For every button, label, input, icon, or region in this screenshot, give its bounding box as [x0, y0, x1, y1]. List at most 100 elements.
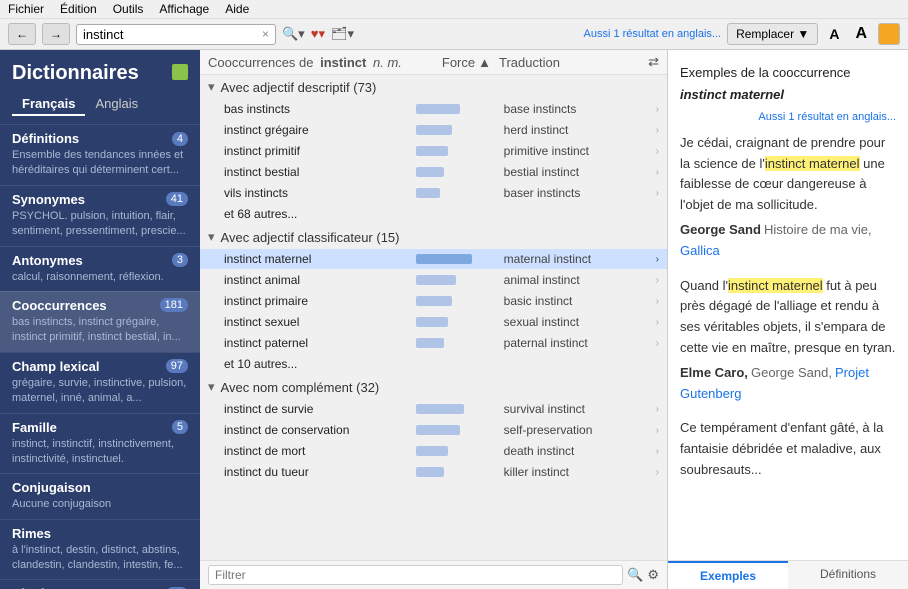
list-item-more[interactable]: et 68 autres...	[200, 204, 667, 225]
sidebar-tabs: Français Anglais	[0, 93, 200, 124]
list-item[interactable]: instinct bestial bestial instinct ›	[200, 162, 667, 183]
sidebar: Dictionnaires Français Anglais Définitio…	[0, 50, 200, 589]
english-result-hint[interactable]: Aussi 1 résultat en anglais...	[680, 111, 896, 123]
sidebar-item-citations[interactable]: Citations 15 Cet instinct de destruction…	[0, 579, 200, 589]
chevron-right-icon: ›	[656, 188, 659, 199]
force-bar	[416, 167, 444, 177]
highlight-2: instinct maternel	[728, 278, 823, 293]
list-item[interactable]: instinct sexuel sexual instinct ›	[200, 312, 667, 333]
sidebar-item-synonymes[interactable]: Synonymes 41 PSYCHOL. pulsion, intuition…	[0, 185, 200, 246]
favorite-icon[interactable]: ♥▾	[311, 26, 325, 42]
back-button[interactable]: ←	[8, 23, 36, 45]
force-bar	[416, 317, 448, 327]
clear-icon[interactable]: ×	[262, 27, 269, 41]
force-bar	[416, 188, 440, 198]
force-bar	[416, 425, 460, 435]
chevron-right-icon: ›	[656, 446, 659, 457]
font-small-button[interactable]: A	[824, 24, 844, 44]
sidebar-item-rimes[interactable]: Rimes à l'instinct, destin, distinct, ab…	[0, 519, 200, 580]
sidebar-badge	[172, 64, 188, 80]
search-input[interactable]	[83, 27, 258, 42]
search-icon[interactable]: 🔍▾	[282, 26, 305, 42]
font-large-button[interactable]: A	[850, 23, 872, 45]
group-title-classificateur[interactable]: ▾ Avec adjectif classificateur (15)	[200, 225, 667, 249]
chevron-right-icon: ›	[656, 104, 659, 115]
excerpt-1: Je cédai, craignant de prendre pour la s…	[680, 133, 896, 262]
list-item[interactable]: vils instincts baser instincts ›	[200, 183, 667, 204]
history-icon[interactable]: 🗂▾	[331, 26, 354, 42]
menu-edition[interactable]: Édition	[60, 2, 97, 16]
color-swatch[interactable]	[878, 23, 900, 45]
chevron-right-icon: ›	[656, 254, 659, 265]
sidebar-item-cooccurrences[interactable]: Cooccurrences 181 bas instincts, instinc…	[0, 291, 200, 352]
list-item[interactable]: bas instincts base instincts ›	[200, 99, 667, 120]
chevron-right-icon: ›	[656, 338, 659, 349]
list-item[interactable]: instinct de survie survival instinct ›	[200, 399, 667, 420]
chevron-right-icon: ›	[656, 125, 659, 136]
tab-francais[interactable]: Français	[12, 93, 85, 116]
menu-aide[interactable]: Aide	[225, 2, 249, 16]
menu-affichage[interactable]: Affichage	[159, 2, 209, 16]
filter-search-icon[interactable]: 🔍	[627, 567, 643, 583]
chevron-down-icon: ▾	[208, 379, 215, 395]
force-bar	[416, 254, 472, 264]
tab-exemples[interactable]: Exemples	[668, 561, 788, 589]
swap-icon[interactable]: ⇄	[648, 54, 659, 70]
middle-header: Cooccurrences de instinct n. m. Force ▲ …	[200, 50, 667, 75]
excerpt-source-2: Elme Caro, George Sand, Projet Gutenberg	[680, 363, 896, 405]
right-panel-title: Exemples de la cooccurrence instinct mat…	[680, 62, 896, 107]
group-title-descriptif[interactable]: ▾ Avec adjectif descriptif (73)	[200, 75, 667, 99]
filter-settings-icon[interactable]: ⚙	[647, 567, 659, 583]
force-bar	[416, 338, 444, 348]
chevron-right-icon: ›	[656, 146, 659, 157]
chevron-right-icon: ›	[656, 467, 659, 478]
excerpt-3: Ce tempérament d'enfant gâté, à la fanta…	[680, 418, 896, 480]
forward-button[interactable]: →	[42, 23, 70, 45]
highlight-1: instinct maternel	[765, 156, 860, 171]
group-adjectif-classificateur: ▾ Avec adjectif classificateur (15) inst…	[200, 225, 667, 375]
header-cooc-label: Cooccurrences de instinct n. m.	[208, 55, 402, 70]
tab-definitions[interactable]: Définitions	[788, 561, 908, 589]
list-item[interactable]: instinct de mort death instinct ›	[200, 441, 667, 462]
list-item[interactable]: instinct maternel maternal instinct ›	[200, 249, 667, 270]
middle-panel: Cooccurrences de instinct n. m. Force ▲ …	[200, 50, 668, 589]
right-panel: Exemples de la cooccurrence instinct mat…	[668, 50, 908, 589]
force-bar	[416, 467, 444, 477]
force-bar	[416, 296, 452, 306]
menu-outils[interactable]: Outils	[113, 2, 144, 16]
chevron-right-icon: ›	[656, 296, 659, 307]
chevron-right-icon: ›	[656, 275, 659, 286]
sidebar-item-antonymes[interactable]: Antonymes 3 calcul, raisonnement, réflex…	[0, 246, 200, 291]
list-item[interactable]: instinct animal animal instinct ›	[200, 270, 667, 291]
sidebar-item-definitions[interactable]: Définitions 4 Ensemble des tendances inn…	[0, 124, 200, 185]
filter-input[interactable]	[208, 565, 623, 585]
force-bar	[416, 125, 452, 135]
menu-fichier[interactable]: Fichier	[8, 2, 44, 16]
chevron-right-icon: ›	[656, 167, 659, 178]
sidebar-title: Dictionnaires	[12, 62, 139, 84]
list-item[interactable]: instinct grégaire herd instinct ›	[200, 120, 667, 141]
sidebar-item-champ-lexical[interactable]: Champ lexical 97 grégaire, survie, insti…	[0, 352, 200, 413]
chevron-right-icon: ›	[656, 317, 659, 328]
force-column-header[interactable]: Force ▲	[442, 55, 491, 70]
list-item[interactable]: instinct primitif primitive instinct ›	[200, 141, 667, 162]
list-item-more[interactable]: et 10 autres...	[200, 354, 667, 375]
filter-bar: 🔍 ⚙	[200, 560, 667, 589]
sidebar-item-famille[interactable]: Famille 5 instinct, instinctif, instinct…	[0, 413, 200, 474]
list-item[interactable]: instinct du tueur killer instinct ›	[200, 462, 667, 483]
group-title-complement[interactable]: ▾ Avec nom complément (32)	[200, 375, 667, 399]
list-item[interactable]: instinct paternel paternal instinct ›	[200, 333, 667, 354]
list-item[interactable]: instinct primaire basic instinct ›	[200, 291, 667, 312]
chevron-right-icon: ›	[656, 404, 659, 415]
replace-button[interactable]: Remplacer ▼	[727, 23, 818, 45]
tab-anglais[interactable]: Anglais	[85, 93, 148, 116]
bottom-tabs: Exemples Définitions	[668, 560, 908, 589]
excerpt-link-1[interactable]: Gallica	[680, 243, 720, 258]
list-item[interactable]: instinct de conservation self-preservati…	[200, 420, 667, 441]
translation-column-header: Traduction ⇄	[499, 54, 659, 70]
sidebar-item-conjugaison[interactable]: Conjugaison Aucune conjugaison	[0, 473, 200, 518]
force-bar	[416, 446, 448, 456]
sidebar-header: Dictionnaires	[0, 50, 200, 93]
english-hint[interactable]: Aussi 1 résultat en anglais...	[584, 28, 722, 40]
force-bar	[416, 146, 448, 156]
